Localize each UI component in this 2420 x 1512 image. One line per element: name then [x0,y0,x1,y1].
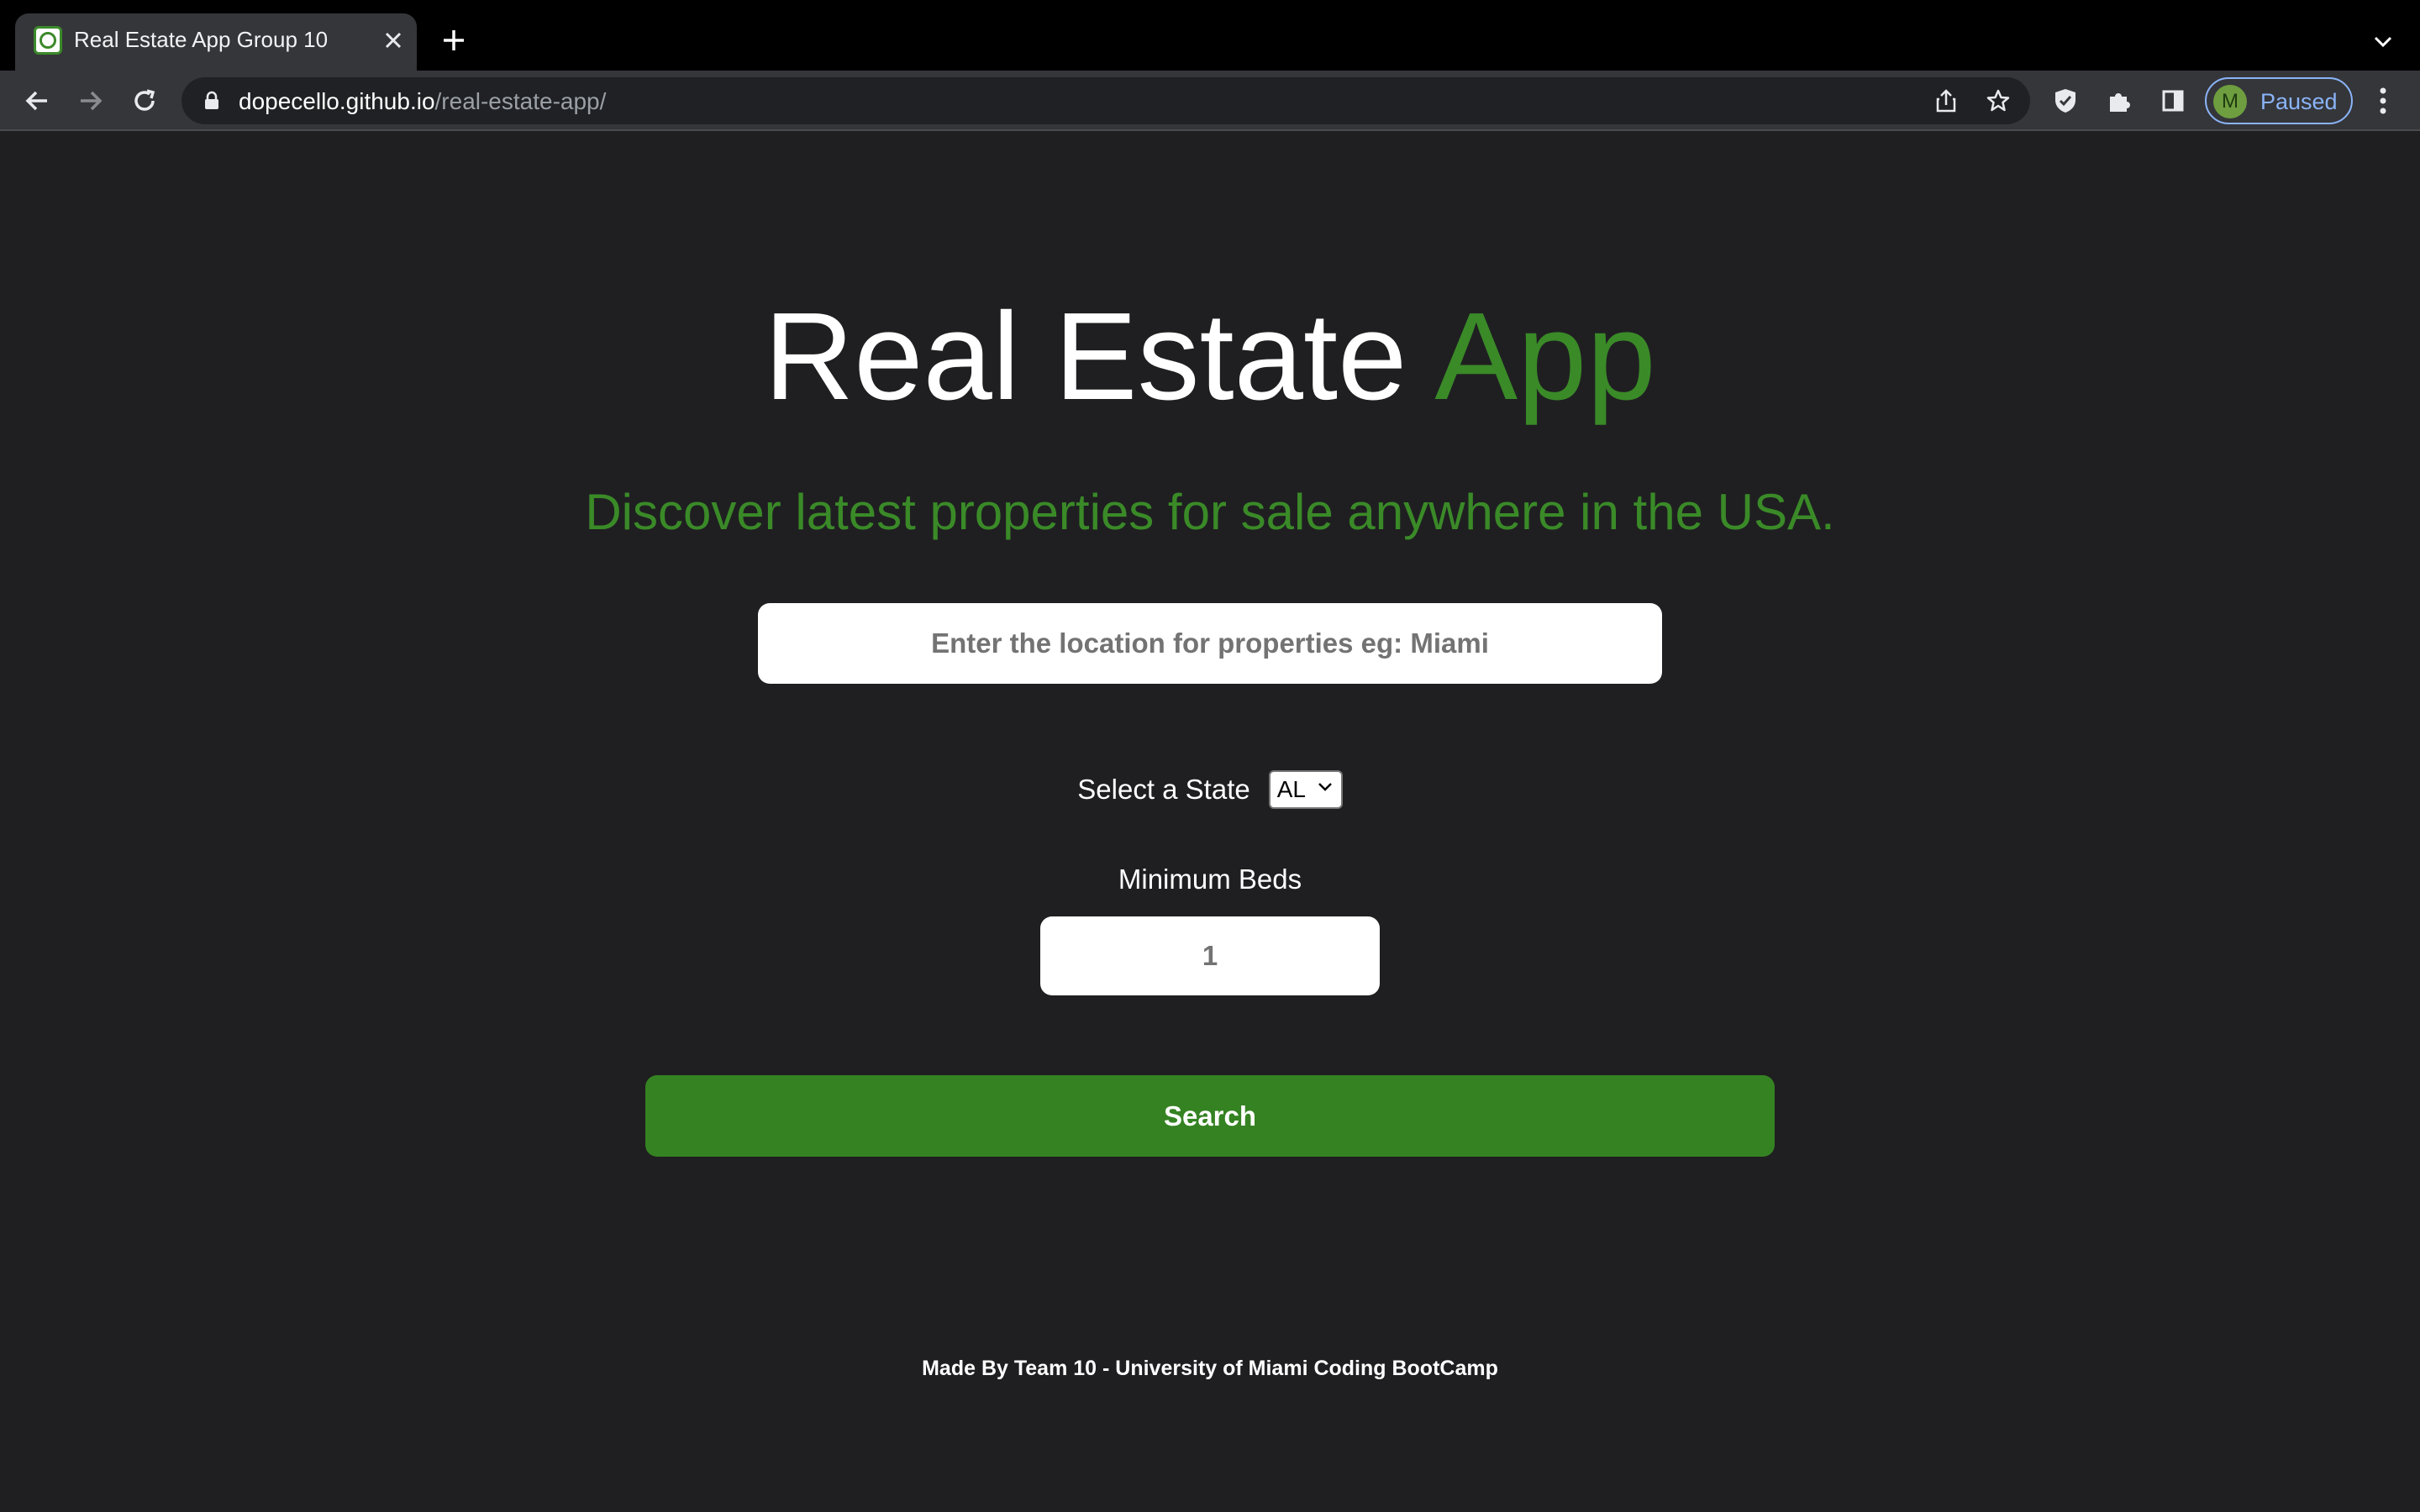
lock-icon [205,91,218,109]
footer-credit: Made By Team 10 - University of Miami Co… [922,1357,1498,1380]
puzzle-icon [2110,93,2130,112]
state-label: Select a State [1077,774,1250,805]
kebab-menu-icon [2380,87,2386,114]
tab-strip: Real Estate App Group 10 [0,0,2420,71]
state-selected-value: AL [1276,776,1306,802]
title-accent: App [1434,287,1656,426]
plus-icon [444,30,464,50]
star-icon [1986,89,2010,112]
url-host: dopecello.github.io [239,88,435,114]
chevron-down-icon [1318,783,1332,791]
address-bar[interactable]: dopecello.github.io/real-estate-app/ [182,77,2030,124]
close-tab-button[interactable] [378,25,408,55]
side-panel-button[interactable] [2154,82,2191,119]
browser-tab[interactable]: Real Estate App Group 10 [15,13,417,71]
share-icon [1936,89,1956,113]
new-tab-button[interactable] [437,24,471,57]
back-button[interactable] [18,82,55,119]
favicon-icon [34,26,62,55]
min-beds-value: 1 [1202,940,1218,971]
min-beds-label: Minimum Beds [1118,864,1302,895]
page-subtitle: Discover latest properties for sale anyw… [585,484,1835,540]
forward-arrow-icon [81,91,103,111]
avatar: M [2213,85,2247,118]
url-path: /real-estate-app/ [434,88,607,114]
url-text: dopecello.github.io/real-estate-app/ [239,88,606,115]
title-main: Real Estate [764,287,1435,426]
side-panel-icon [2162,90,2184,112]
tab-title: Real Estate App Group 10 [74,27,329,52]
reload-icon [134,89,155,111]
bookmark-button[interactable] [1983,86,2013,116]
forward-button[interactable] [72,82,109,119]
browser-menu-button[interactable] [2366,82,2400,119]
profile-status: Paused [2260,89,2338,114]
reload-button[interactable] [126,82,163,119]
state-selector-row: Select a State AL [0,769,2420,810]
share-button[interactable] [1931,86,1961,116]
extensions-button[interactable] [2101,82,2138,119]
tab-search-button[interactable] [2366,25,2400,59]
min-beds-input[interactable]: 1 [1040,916,1380,995]
extension-shield-button[interactable] [2047,82,2084,119]
browser-toolbar: dopecello.github.io/real-estate-app/ [0,71,2420,131]
close-icon [385,32,402,49]
search-button[interactable]: Search [645,1075,1775,1157]
state-select[interactable]: AL [1268,770,1343,809]
chevron-down-icon [2374,36,2392,48]
back-arrow-icon [25,91,47,111]
page-title: Real Estate App [0,286,2420,428]
location-search-input[interactable] [758,603,1662,684]
shield-icon [2055,89,2075,113]
profile-button[interactable]: M Paused [2205,77,2353,124]
